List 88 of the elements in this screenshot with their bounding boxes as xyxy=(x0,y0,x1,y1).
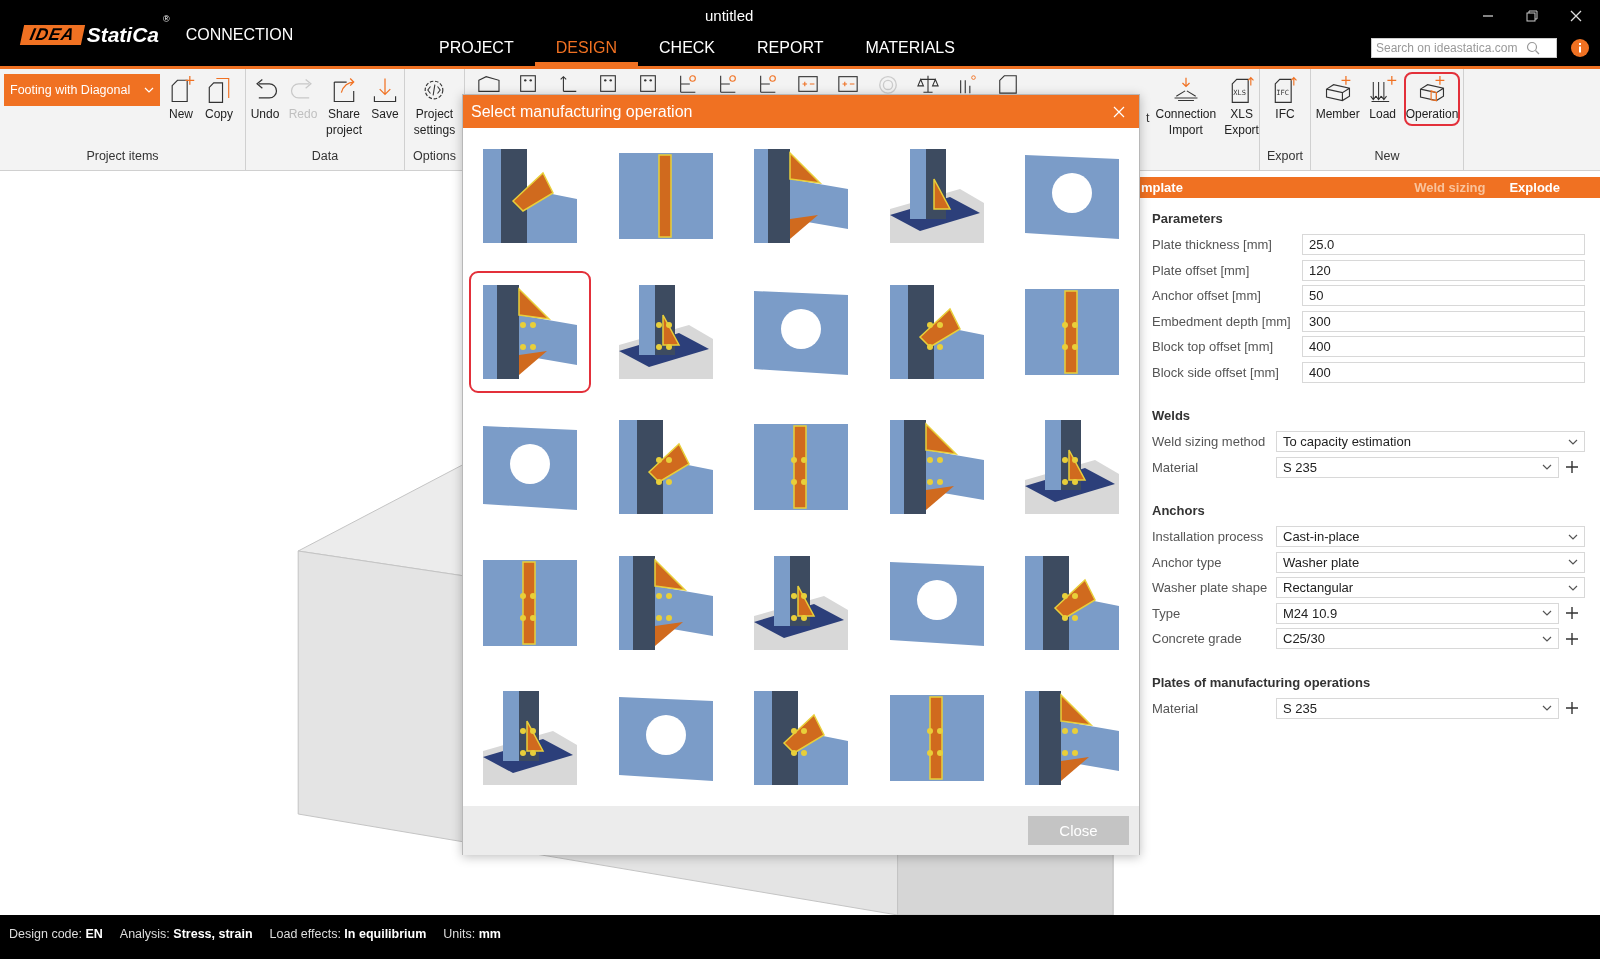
input-field[interactable]: 400 xyxy=(1302,361,1585,383)
field-label: Installation process xyxy=(1152,529,1265,545)
section-title: Anchors xyxy=(1152,502,1206,520)
chevron-down-icon xyxy=(1542,705,1552,712)
logo-name: StatiCa xyxy=(86,23,159,47)
dropdown-field[interactable]: Washer plate xyxy=(1276,551,1585,573)
plus-icon[interactable] xyxy=(1565,606,1579,621)
dropdown-field[interactable]: Rectangular xyxy=(1276,577,1585,599)
dropdown-field[interactable]: S 235 xyxy=(1276,697,1559,719)
share-project-button[interactable]: Share project xyxy=(324,72,364,142)
save-button[interactable]: Save xyxy=(368,72,402,126)
dropdown-field[interactable]: To capacity estimation xyxy=(1276,431,1585,453)
plus-minus-icon[interactable] xyxy=(795,73,821,95)
ribbon-group-label: Export xyxy=(1265,148,1305,165)
field-label: Type xyxy=(1152,605,1182,621)
dropdown-field[interactable]: M24 10.9 xyxy=(1276,602,1559,624)
input-field[interactable]: 50 xyxy=(1302,285,1585,307)
registered-mark: ® xyxy=(163,14,170,24)
field-label: Block top offset [mm] xyxy=(1152,339,1275,355)
field-label: Plate offset [mm] xyxy=(1152,262,1251,278)
plus-icon[interactable] xyxy=(1565,631,1579,646)
field-label: Concrete grade xyxy=(1152,631,1243,647)
ribbon-group-label: Data xyxy=(310,148,340,165)
plus-icon[interactable] xyxy=(1565,460,1579,475)
input-field[interactable]: 400 xyxy=(1302,336,1585,358)
status-item: Units: mm xyxy=(443,927,501,941)
field-label: Weld sizing method xyxy=(1152,434,1267,450)
chevron-down-icon xyxy=(1568,438,1578,445)
new-operation-button[interactable]: Operation xyxy=(1403,72,1461,126)
section-title: Welds xyxy=(1152,407,1192,425)
dropdown-field[interactable]: Cast-in-place xyxy=(1276,526,1585,548)
ribbon-group-label: Project items xyxy=(85,148,160,165)
box-icon[interactable] xyxy=(475,73,501,95)
menu-tab[interactable]: PROJECT xyxy=(418,30,535,66)
input-field[interactable]: 120 xyxy=(1302,259,1585,281)
restore-icon[interactable] xyxy=(1524,8,1540,24)
field-label: Anchor offset [mm] xyxy=(1152,288,1262,304)
window-title: untitled xyxy=(704,6,755,26)
field-label: Washer plate shape xyxy=(1152,580,1269,596)
field-label: Block side offset [mm] xyxy=(1152,364,1280,380)
new-member-button[interactable]: Member xyxy=(1313,72,1362,126)
field-label: Material xyxy=(1152,700,1200,716)
chevron-down-icon xyxy=(1542,464,1552,471)
logo-mark: IDEA xyxy=(19,25,85,45)
field-label: Material xyxy=(1152,459,1200,475)
menu-tab[interactable]: MATERIALS xyxy=(844,30,976,66)
section-title: Parameters xyxy=(1152,210,1224,228)
status-item: Design code: EN xyxy=(9,927,103,941)
menu-tab[interactable]: REPORT xyxy=(736,30,845,66)
status-item: Analysis: Stress, strain xyxy=(119,927,253,941)
info-icon[interactable] xyxy=(1571,39,1589,57)
scales-icon[interactable] xyxy=(915,73,941,95)
field-label: Plate thickness [mm] xyxy=(1152,237,1273,253)
undo-button[interactable]: Undo xyxy=(248,72,282,126)
input-field[interactable]: 25.0 xyxy=(1302,234,1585,256)
section-title: Plates of manufacturing operations xyxy=(1152,673,1372,692)
connection-import-button[interactable]: Connection Import xyxy=(1153,72,1219,142)
copy-button[interactable]: Copy xyxy=(202,72,236,126)
status-item: Load effects: In equilibrium xyxy=(269,927,427,941)
product-name: CONNECTION xyxy=(185,26,294,44)
operation-tile[interactable] xyxy=(469,270,591,393)
chevron-down-icon xyxy=(1568,533,1578,540)
new-load-button[interactable]: Load xyxy=(1365,72,1400,126)
chevron-down-icon xyxy=(1542,610,1552,617)
new-button[interactable]: New xyxy=(164,72,198,126)
field-label: Anchor type xyxy=(1152,554,1223,570)
close-icon[interactable] xyxy=(1568,8,1584,24)
chevron-down-icon xyxy=(1568,559,1578,566)
menu-tab[interactable]: CHECK xyxy=(638,30,737,66)
search-field[interactable]: Search on ideastatica.com xyxy=(1371,38,1557,58)
project-settings-button[interactable]: Project settings xyxy=(411,72,458,142)
field-label: Embedment depth [mm] xyxy=(1152,313,1292,329)
chevron-down-icon xyxy=(1568,584,1578,591)
ribbon-group-label: New xyxy=(1373,148,1401,165)
dropdown-field[interactable]: C25/30 xyxy=(1276,628,1559,650)
ribbon-label: t xyxy=(1146,110,1150,125)
xls-export-button[interactable]: XLS XLS Export xyxy=(1222,72,1261,142)
plus-minus-icon[interactable] xyxy=(835,73,861,95)
dialog-title: Select manufacturing operation xyxy=(471,102,693,121)
chevron-down-icon xyxy=(1542,635,1552,642)
plus-icon[interactable] xyxy=(1565,701,1579,716)
search-icon xyxy=(1526,41,1540,55)
dropdown-field[interactable]: S 235 xyxy=(1276,456,1559,478)
panel-title: mplate xyxy=(1141,180,1184,195)
chevron-down-icon xyxy=(144,87,154,93)
ifc-export-button[interactable]: IFC IFC xyxy=(1268,72,1302,126)
ribbon-group-label: Options xyxy=(411,148,458,165)
input-field[interactable]: 300 xyxy=(1302,310,1585,332)
